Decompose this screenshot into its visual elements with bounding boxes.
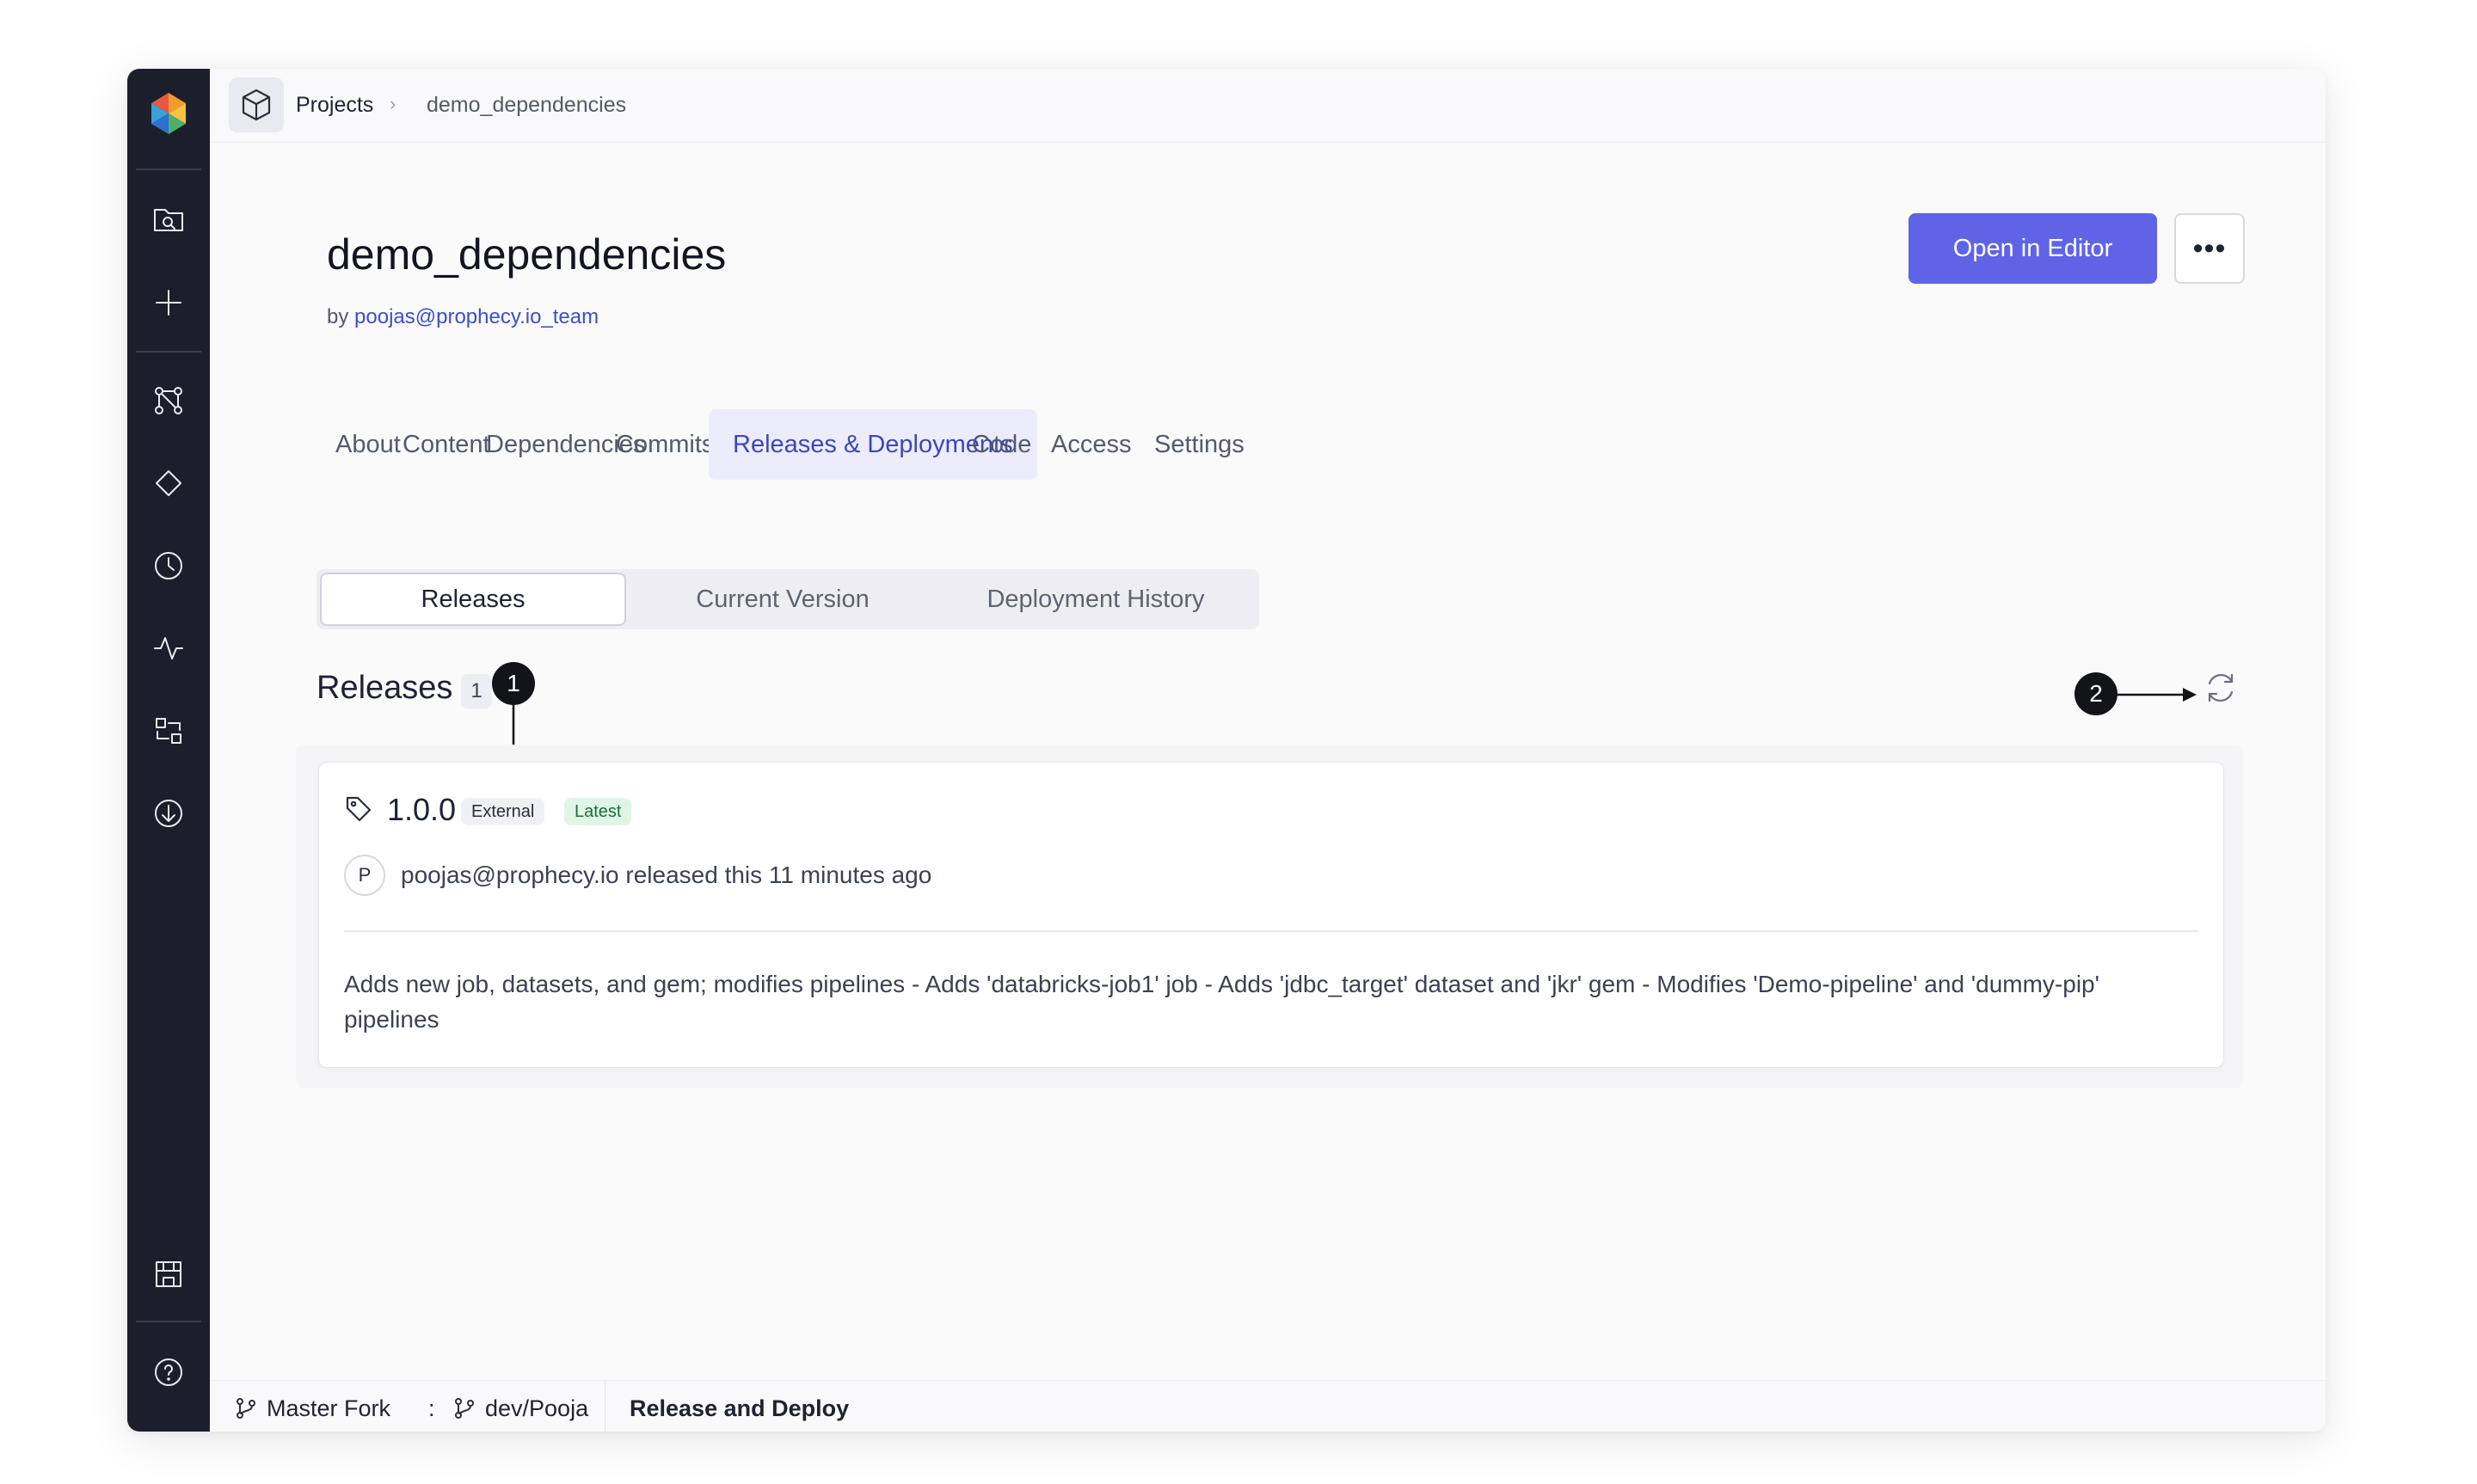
external-badge: External [461,798,545,825]
mode-label: Release and Deploy [630,1395,850,1421]
sidebar-divider [136,351,201,353]
branch-selector[interactable]: dev/Pooja [452,1395,588,1422]
gem-icon[interactable] [148,463,189,504]
status-bar: Master Fork : dev/Pooja Release and Depl… [210,1380,2326,1432]
logo[interactable] [144,89,193,138]
annotation-marker-2: 2 [2074,672,2117,715]
subtab-current-version[interactable]: Current Version [631,573,934,626]
breadcrumb-current: demo_dependencies [427,93,627,117]
fork-selector[interactable]: Master Fork [234,1395,390,1422]
search-folder-icon[interactable] [148,198,189,239]
release-subtabs: Releases Current Version Deployment Hist… [317,569,1259,629]
branch-label: dev/Pooja [485,1395,589,1421]
git-branch-icon [455,1398,474,1419]
marketplace-icon[interactable] [148,1254,189,1295]
sidebar [127,69,210,1432]
releases-count-badge: 1 [461,674,492,708]
refresh-icon[interactable] [2202,669,2243,710]
open-in-editor-button[interactable]: Open in Editor [1908,213,2157,284]
download-icon[interactable] [148,793,189,834]
subtab-releases[interactable]: Releases [320,573,626,626]
more-options-button[interactable]: ••• [2174,213,2245,284]
top-bar: Projects › demo_dependencies [210,69,2326,143]
activity-icon[interactable] [148,628,189,669]
plus-icon[interactable] [148,282,189,323]
branch-separator: : [428,1395,435,1422]
tab-settings[interactable]: Settings [1130,409,1269,480]
fork-label: Master Fork [267,1395,391,1421]
breadcrumb-separator: › [390,93,396,114]
by-label: by [327,305,349,328]
page-title: demo_dependencies [327,230,727,279]
sidebar-divider [136,169,201,170]
owner-link[interactable]: poojas@prophecy.io_team [354,305,599,328]
git-branch-icon [237,1398,255,1419]
tag-icon [344,794,375,825]
subtab-deployment-history[interactable]: Deployment History [936,573,1256,626]
breadcrumb-projects[interactable]: Projects [296,92,373,118]
project-owner-line: by poojas@prophecy.io_team [327,304,599,330]
app-window: Projects › demo_dependencies demo_depend… [127,69,2326,1432]
clock-icon[interactable] [148,545,189,586]
annotation-arrow-right [2116,688,2197,702]
release-description: Adds new job, datasets, and gem; modifie… [344,971,2099,1033]
cube-icon [229,77,284,132]
pipeline-icon[interactable] [148,380,189,421]
transform-icon[interactable] [148,710,189,751]
sidebar-divider [136,1321,201,1322]
annotation-marker-1: 1 [492,662,535,705]
latest-badge: Latest [564,798,632,825]
release-meta: poojas@prophecy.io released this 11 minu… [401,862,932,888]
help-icon[interactable] [148,1352,189,1393]
avatar: P [344,855,385,896]
releases-heading: Releases [317,670,453,706]
branch-separator-text: : [428,1395,435,1421]
release-version: 1.0.0 [387,792,457,827]
card-divider [344,930,2198,932]
